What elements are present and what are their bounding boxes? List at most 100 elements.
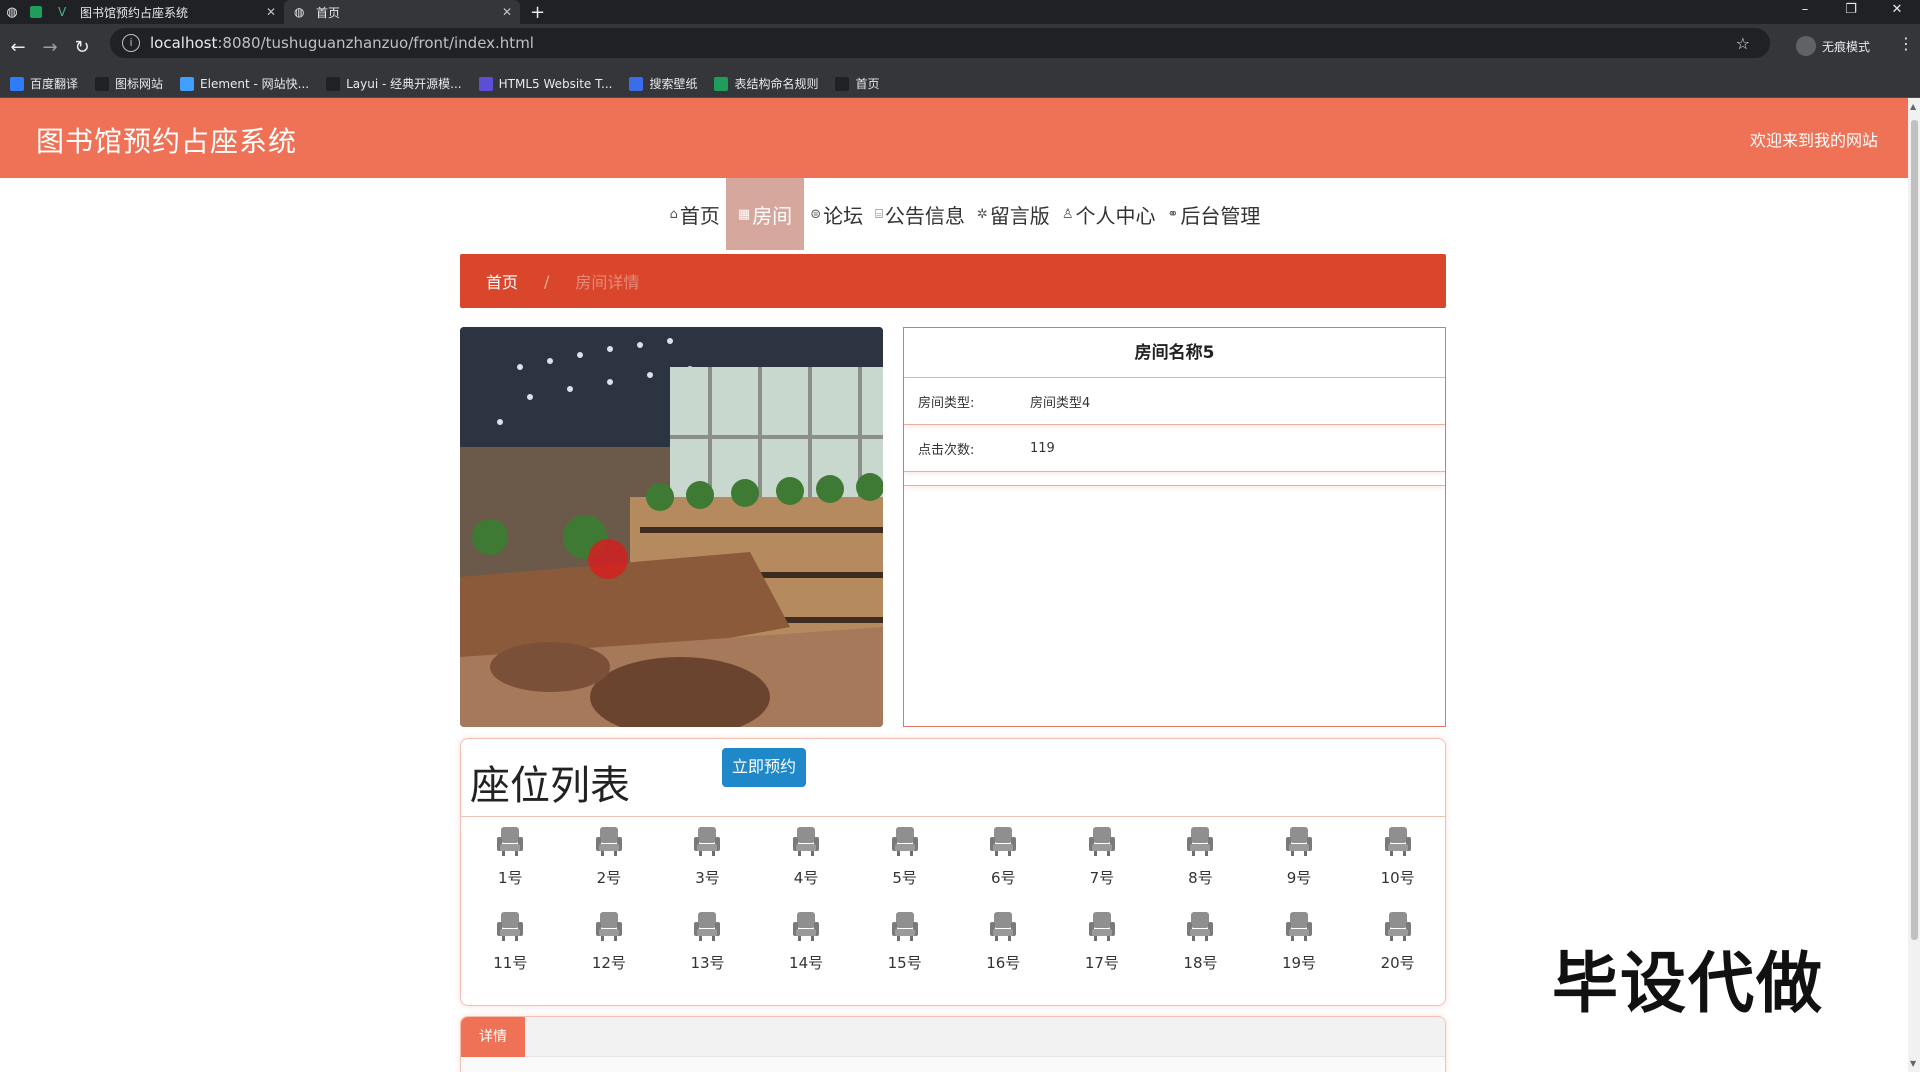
bookmark-label: 搜索壁纸: [649, 77, 698, 91]
element-icon: [180, 76, 195, 91]
detail-tab-bar: [525, 1017, 1445, 1057]
seat-icon: [1382, 825, 1414, 861]
scroll-up-icon[interactable]: ▲: [1910, 102, 1916, 111]
seat-icon: [790, 825, 822, 861]
browser-tab-2[interactable]: ◍ 首页 ✕: [284, 0, 520, 24]
seat-item[interactable]: 15号: [855, 910, 954, 980]
message-icon: ✲: [976, 206, 988, 222]
scroll-thumb[interactable]: [1911, 120, 1918, 940]
seat-item[interactable]: 16号: [954, 910, 1053, 980]
new-tab-icon[interactable]: +: [530, 2, 545, 23]
globe-icon[interactable]: ◍: [0, 0, 24, 24]
info-icon[interactable]: i: [122, 34, 140, 52]
bookmark-item[interactable]: Layui - 经典开源模...: [326, 75, 462, 92]
seat-item[interactable]: 2号: [560, 825, 659, 895]
seat-number: 18号: [1183, 954, 1218, 972]
seat-item[interactable]: 18号: [1151, 910, 1250, 980]
seat-icon: [691, 910, 723, 946]
bookmark-item[interactable]: 表结构命名规则: [714, 75, 818, 92]
seat-item[interactable]: 9号: [1250, 825, 1349, 895]
browser-tab-1[interactable]: V 图书馆预约占座系统 ✕: [48, 0, 284, 24]
seat-item[interactable]: 10号: [1348, 825, 1447, 895]
seat-item[interactable]: 7号: [1053, 825, 1152, 895]
bookmark-item[interactable]: Element - 网站快...: [180, 75, 309, 92]
nav-item-label: 首页: [679, 203, 720, 228]
nav-item[interactable]: ▦ 房间: [725, 178, 805, 250]
star-icon[interactable]: ☆: [1736, 34, 1750, 53]
nav-item[interactable]: ♙ 个人中心: [1056, 178, 1162, 250]
seat-number: 5号: [892, 869, 917, 887]
nav-item[interactable]: ⚭ 后台管理: [1161, 178, 1266, 250]
seat-item[interactable]: 19号: [1250, 910, 1349, 980]
scroll-down-icon[interactable]: ▼: [1910, 1059, 1916, 1068]
reserve-button[interactable]: 立即预约: [722, 748, 806, 787]
page-scrollbar[interactable]: ▲ ▼: [1908, 98, 1920, 1072]
html5-icon: [478, 76, 493, 91]
room-photo: [460, 327, 883, 727]
seat-item[interactable]: 17号: [1053, 910, 1152, 980]
seat-item[interactable]: 14号: [757, 910, 856, 980]
seat-item[interactable]: 12号: [560, 910, 659, 980]
nav-item[interactable]: ✲ 留言版: [971, 178, 1056, 250]
breadcrumb-home[interactable]: 首页: [486, 269, 518, 293]
close-icon[interactable]: ✕: [266, 5, 276, 19]
detail-card: 详情: [460, 1016, 1446, 1072]
seat-icon: [1283, 910, 1315, 946]
incognito-label: 无痕模式: [1822, 39, 1871, 54]
seat-icon: [1283, 825, 1315, 861]
seat-item[interactable]: 6号: [954, 825, 1053, 895]
reload-icon[interactable]: ↻: [66, 37, 98, 58]
restore-icon[interactable]: ❐: [1828, 0, 1874, 20]
seat-icon: [889, 825, 921, 861]
seat-icon: [987, 910, 1019, 946]
seat-item[interactable]: 1号: [461, 825, 560, 895]
browser-tab-1-label: 图书馆预约占座系统: [80, 5, 189, 20]
seat-item[interactable]: 5号: [855, 825, 954, 895]
seat-item[interactable]: 3号: [658, 825, 757, 895]
bookmark-label: 图标网站: [115, 77, 164, 91]
nav-item[interactable]: ⊜ 论坛: [804, 178, 869, 250]
seat-icon: [1382, 910, 1414, 946]
bookmark-item[interactable]: 搜索壁纸: [629, 75, 697, 92]
seat-icon: [494, 825, 526, 861]
nav-item[interactable]: ⌂ 首页: [664, 178, 726, 250]
url-field[interactable]: i localhost:8080/tushuguanzhanzuo/front/…: [110, 28, 1770, 58]
notice-icon: ⌸: [875, 206, 883, 222]
bookmark-item[interactable]: 百度翻译: [10, 75, 78, 92]
nav-item[interactable]: ⌸ 公告信息: [869, 178, 971, 250]
seat-number: 17号: [1084, 954, 1119, 972]
detail-tab[interactable]: 详情: [461, 1017, 525, 1057]
nav-item-label: 个人中心: [1075, 203, 1156, 228]
bookmark-item[interactable]: 图标网站: [95, 75, 163, 92]
seat-number: 20号: [1380, 954, 1415, 972]
browser-tab-strip: ◍ V 图书馆预约占座系统 ✕ ◍ 首页 ✕ + – ❐ ✕: [0, 0, 1920, 24]
bookmark-label: HTML5 Website T...: [498, 76, 613, 91]
bookmark-item[interactable]: HTML5 Website T...: [478, 76, 613, 91]
seat-icon: [1086, 825, 1118, 861]
breadcrumb-current: 房间详情: [575, 273, 640, 292]
page-viewport: 图书馆预约占座系统 欢迎来到我的网站 ⌂ 首页 ▦ 房间 ⊜ 论坛 ⌸ 公告信息 ✲ 留言版 ♙ 个人…: [0, 98, 1920, 1072]
seat-item[interactable]: 11号: [461, 910, 560, 980]
seat-item[interactable]: 20号: [1348, 910, 1447, 980]
window-controls: – ❐ ✕: [1782, 0, 1920, 20]
seat-item[interactable]: 13号: [658, 910, 757, 980]
forward-icon[interactable]: →: [34, 37, 66, 58]
minimize-icon[interactable]: –: [1782, 0, 1828, 20]
incognito-indicator[interactable]: 无痕模式: [1796, 36, 1870, 56]
room-type-value: 房间类型4: [1030, 395, 1091, 411]
back-icon[interactable]: ←: [2, 37, 34, 58]
seat-item[interactable]: 4号: [757, 825, 856, 895]
seat-icon: [1184, 910, 1216, 946]
seat-item[interactable]: 8号: [1151, 825, 1250, 895]
room-clicks-value: 119: [1030, 440, 1055, 456]
seat-grid: 1号 2号 3号 4号 5号 6号 7号 8号 9号 10号 11号 12号 13号 14号 15号 16号 1…: [461, 825, 1447, 980]
nav-item-label: 留言版: [989, 203, 1050, 228]
bookmark-item[interactable]: 首页: [835, 75, 880, 92]
close-window-icon[interactable]: ✕: [1874, 0, 1920, 20]
breadcrumb-separator: /: [544, 271, 550, 291]
close-icon[interactable]: ✕: [502, 5, 512, 19]
more-menu-icon[interactable]: ⋮: [1898, 34, 1914, 53]
seat-icon: [1184, 825, 1216, 861]
sheet-tab-icon[interactable]: [24, 0, 48, 24]
seat-icon: [593, 910, 625, 946]
